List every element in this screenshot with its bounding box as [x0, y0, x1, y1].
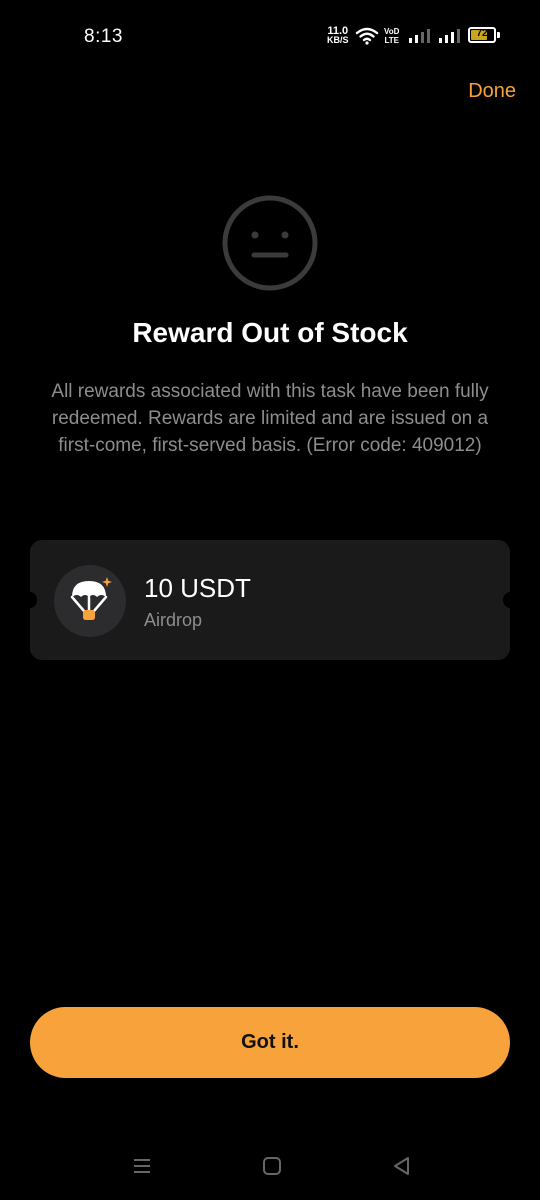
network-speed-unit: KB/S	[327, 35, 349, 45]
parachute-airdrop-icon	[70, 577, 112, 620]
reward-icon-container	[54, 565, 126, 637]
page-title: Reward Out of Stock	[132, 317, 408, 348]
back-icon[interactable]	[392, 1156, 412, 1176]
reward-card: 10 USDT Airdrop	[23, 540, 517, 660]
menu-icon[interactable]	[132, 1156, 152, 1176]
status-time: 8:13	[84, 26, 123, 47]
volte-bottom: LTE	[384, 36, 399, 45]
battery-level: 72	[476, 28, 488, 39]
signal-sim2-icon	[439, 29, 460, 43]
reward-amount: 10 USDT	[144, 573, 251, 603]
wifi-icon	[355, 27, 379, 45]
network-speed: 11.0 KB/S	[327, 26, 349, 45]
battery-tip	[497, 32, 500, 38]
error-description: All rewards associated with this task ha…	[51, 381, 489, 456]
battery-icon: 72	[468, 27, 496, 43]
volte-indicator: VoD LTE	[384, 27, 399, 45]
ticket-notch-left	[23, 592, 37, 608]
home-icon[interactable]	[262, 1156, 282, 1176]
got-it-button[interactable]: Got it.	[30, 1007, 510, 1078]
done-button[interactable]: Done	[468, 80, 516, 103]
volte-top: VoD	[384, 27, 400, 36]
ticket-notch-right	[503, 592, 517, 608]
signal-sim1-icon	[409, 29, 430, 43]
reward-type: Airdrop	[144, 610, 203, 630]
system-nav-bar	[0, 1140, 540, 1200]
neutral-face-icon	[222, 195, 318, 291]
status-bar: 8:13 11.0 KB/S VoD LTE 72	[0, 0, 540, 72]
